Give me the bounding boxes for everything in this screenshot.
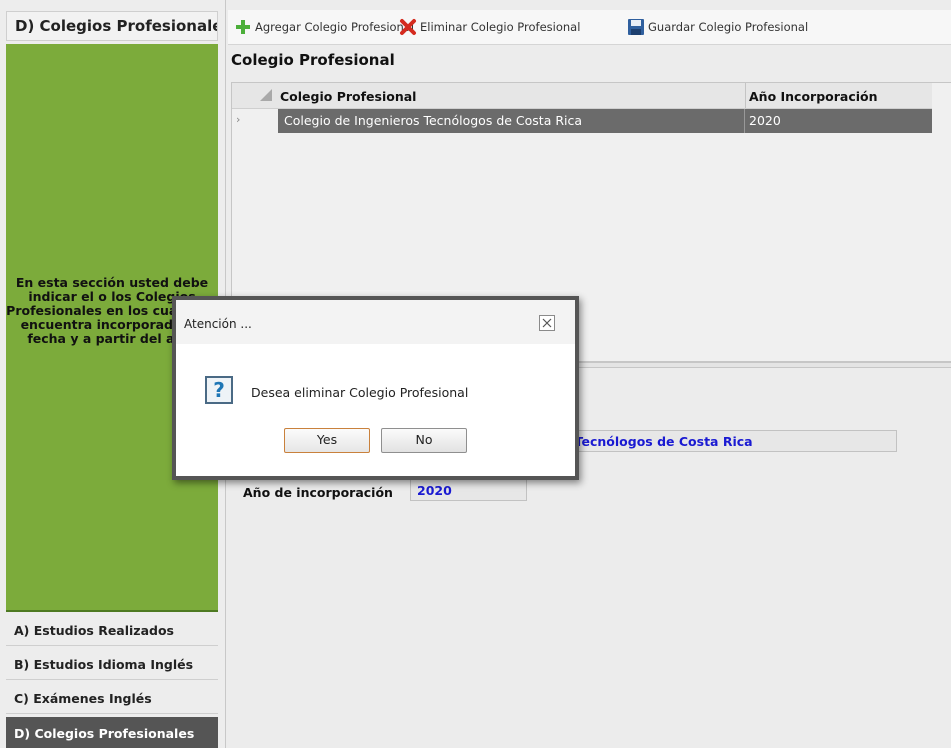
question-icon: ? (205, 376, 233, 404)
chevron-right-icon: › (236, 113, 241, 126)
nav-item-estudios-idioma-ingles[interactable]: B) Estudios Idioma Inglés (6, 648, 218, 680)
nav-item-label: B) Estudios Idioma Inglés (14, 657, 194, 672)
dialog-title-bar: Atención ... (176, 300, 575, 344)
nav-item-label: C) Exámenes Inglés (14, 691, 152, 706)
year-label: Año de incorporación (243, 485, 393, 500)
year-field-value: 2020 (417, 483, 452, 498)
yes-button[interactable]: Yes (284, 428, 370, 453)
delete-colegio-button[interactable]: Eliminar Colegio Profesional (399, 18, 625, 36)
column-header-anio[interactable]: Año Incorporación (749, 89, 878, 104)
delete-x-icon (400, 19, 416, 35)
plus-icon (236, 20, 250, 34)
column-divider (745, 83, 746, 108)
year-field[interactable]: 2020 (410, 479, 527, 501)
save-colegio-button[interactable]: Guardar Colegio Profesional (627, 18, 827, 36)
cell-colegio-text: Colegio de Ingenieros Tecnólogos de Cost… (284, 113, 583, 128)
nav-item-examenes-ingles[interactable]: C) Exámenes Inglés (6, 682, 218, 714)
cell-anio[interactable]: 2020 (745, 109, 932, 133)
no-button[interactable]: No (381, 428, 467, 453)
column-header-colegio[interactable]: Colegio Profesional (280, 89, 416, 104)
row-indicator: › (232, 109, 278, 133)
panel-header: D) Colegios Profesionales (6, 11, 218, 41)
sort-indicator-icon (260, 89, 272, 101)
nav-item-estudios-realizados[interactable]: A) Estudios Realizados (6, 614, 218, 646)
cell-anio-text: 2020 (749, 113, 781, 128)
confirm-dialog: Atención ... ? Desea eliminar Colegio Pr… (172, 296, 579, 480)
grid-header: Colegio Profesional Año Incorporación (232, 83, 932, 109)
add-colegio-button[interactable]: Agregar Colegio Profesional (234, 18, 414, 36)
section-title: Colegio Profesional (231, 51, 395, 69)
floppy-disk-icon (628, 19, 644, 35)
toolbar: Agregar Colegio Profesional Eliminar Col… (228, 10, 951, 45)
nav-item-label: A) Estudios Realizados (14, 623, 174, 638)
panel-header-title: D) Colegios Profesionales (15, 17, 218, 35)
delete-colegio-label: Eliminar Colegio Profesional (420, 20, 581, 34)
table-row[interactable]: › Colegio de Ingenieros Tecnólogos de Co… (232, 109, 932, 133)
add-colegio-label: Agregar Colegio Profesional (255, 20, 415, 34)
dialog-title: Atención ... (184, 317, 252, 331)
nav-item-colegios-profesionales[interactable]: D) Colegios Profesionales (6, 717, 218, 748)
dialog-message: Desea eliminar Colegio Profesional (251, 385, 469, 400)
save-colegio-label: Guardar Colegio Profesional (648, 20, 809, 34)
nav-item-label: D) Colegios Profesionales (14, 726, 195, 741)
cell-colegio[interactable]: Colegio de Ingenieros Tecnólogos de Cost… (278, 109, 745, 133)
close-icon (542, 318, 552, 328)
close-button[interactable] (539, 315, 555, 331)
